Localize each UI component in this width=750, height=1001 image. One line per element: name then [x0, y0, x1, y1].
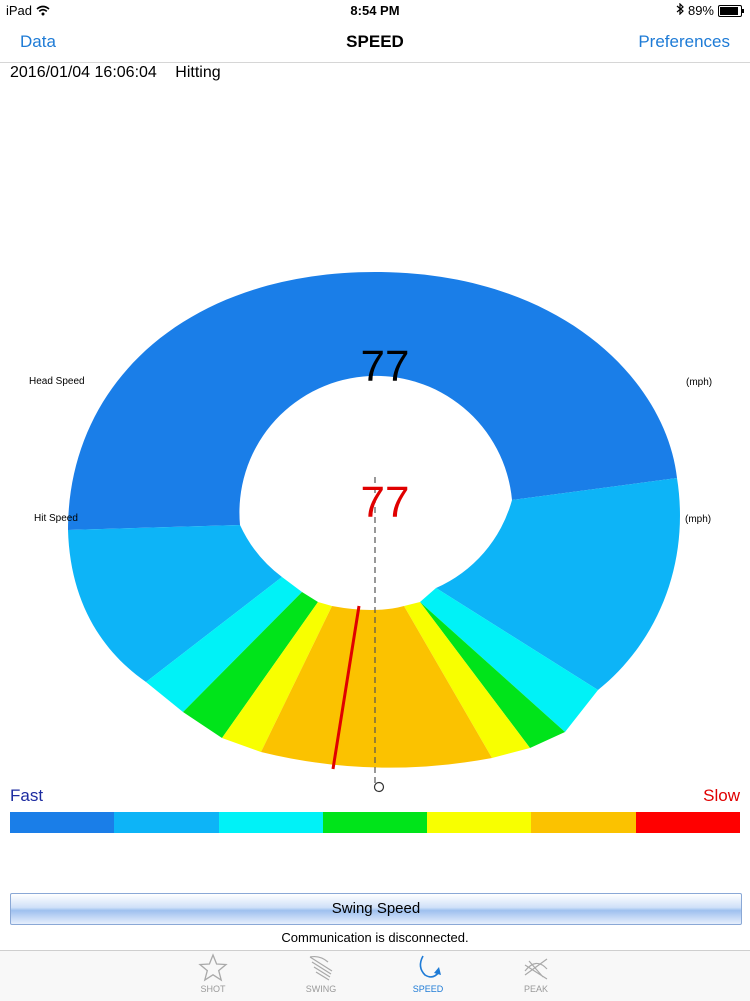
head-speed-label: Head Speed: [29, 376, 85, 387]
scale-swatch-4: [322, 812, 428, 833]
scale-swatch-7: [635, 812, 740, 833]
scale-fast-label: Fast: [10, 786, 44, 805]
tab-speed-label: SPEED: [412, 984, 444, 994]
head-speed-unit: (mph): [686, 377, 713, 388]
scale-swatch-5: [427, 812, 532, 833]
speed-arrow-icon: [388, 953, 468, 983]
tab-shot-label: SHOT: [200, 984, 226, 994]
tab-bar: SHOT SWING SPEED PEAK: [0, 950, 750, 1001]
swing-lines-icon: [281, 953, 361, 983]
tab-speed[interactable]: SPEED: [388, 953, 468, 994]
scale-swatch-3: [218, 812, 323, 833]
hit-speed-value: 77: [360, 478, 410, 527]
tab-peak[interactable]: PEAK: [496, 953, 576, 994]
swing-speed-button[interactable]: Swing Speed: [10, 893, 742, 925]
tab-peak-label: PEAK: [523, 984, 548, 994]
tab-shot[interactable]: SHOT: [173, 953, 253, 994]
hit-speed-unit: (mph): [685, 514, 712, 525]
speed-gauge: [68, 272, 680, 793]
tab-swing-label: SWING: [305, 984, 337, 994]
speed-color-scale: [10, 812, 740, 833]
tab-swing[interactable]: SWING: [281, 953, 361, 994]
scale-slow-label: Slow: [703, 786, 740, 805]
hit-speed-label: Hit Speed: [34, 513, 78, 524]
head-speed-value: 77: [360, 342, 410, 391]
peak-graph-icon: [496, 953, 576, 983]
star-icon: [173, 953, 253, 983]
scale-swatch-6: [531, 812, 636, 833]
communication-status: Communication is disconnected.: [281, 930, 469, 945]
scale-swatch-1: [10, 812, 115, 833]
scale-swatch-2: [114, 812, 219, 833]
reference-marker: [373, 781, 385, 793]
